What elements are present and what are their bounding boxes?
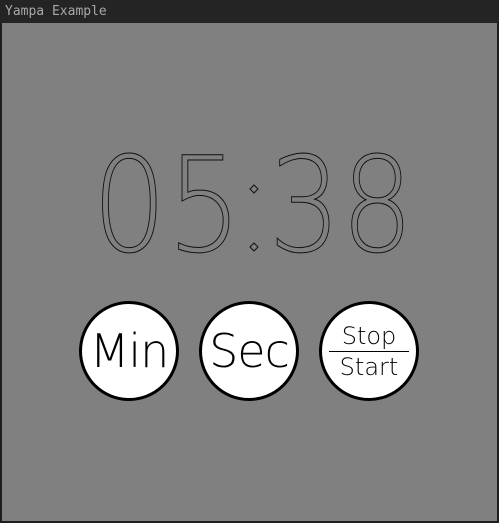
window-titlebar[interactable]: Yampa Example: [0, 0, 499, 23]
window-title: Yampa Example: [5, 4, 107, 19]
min-button[interactable]: Min: [79, 301, 179, 401]
main-canvas: 05 38 Min Sec Stop Start: [2, 23, 497, 521]
min-button-label: Min: [89, 324, 170, 378]
sec-button[interactable]: Sec: [199, 301, 299, 401]
start-label: Start: [339, 352, 399, 381]
stop-label: Stop: [341, 321, 397, 350]
timer-display: 05 38: [92, 129, 415, 284]
timer-separator: [249, 184, 259, 252]
sec-button-label: Sec: [209, 324, 290, 378]
stop-start-button[interactable]: Stop Start: [319, 301, 419, 401]
stop-start-divider: [329, 350, 409, 352]
timer-minutes: 05: [92, 129, 242, 283]
timer-seconds: 38: [269, 129, 414, 283]
app-window: Yampa Example 05 38 Min Sec Stop Start: [0, 0, 499, 523]
